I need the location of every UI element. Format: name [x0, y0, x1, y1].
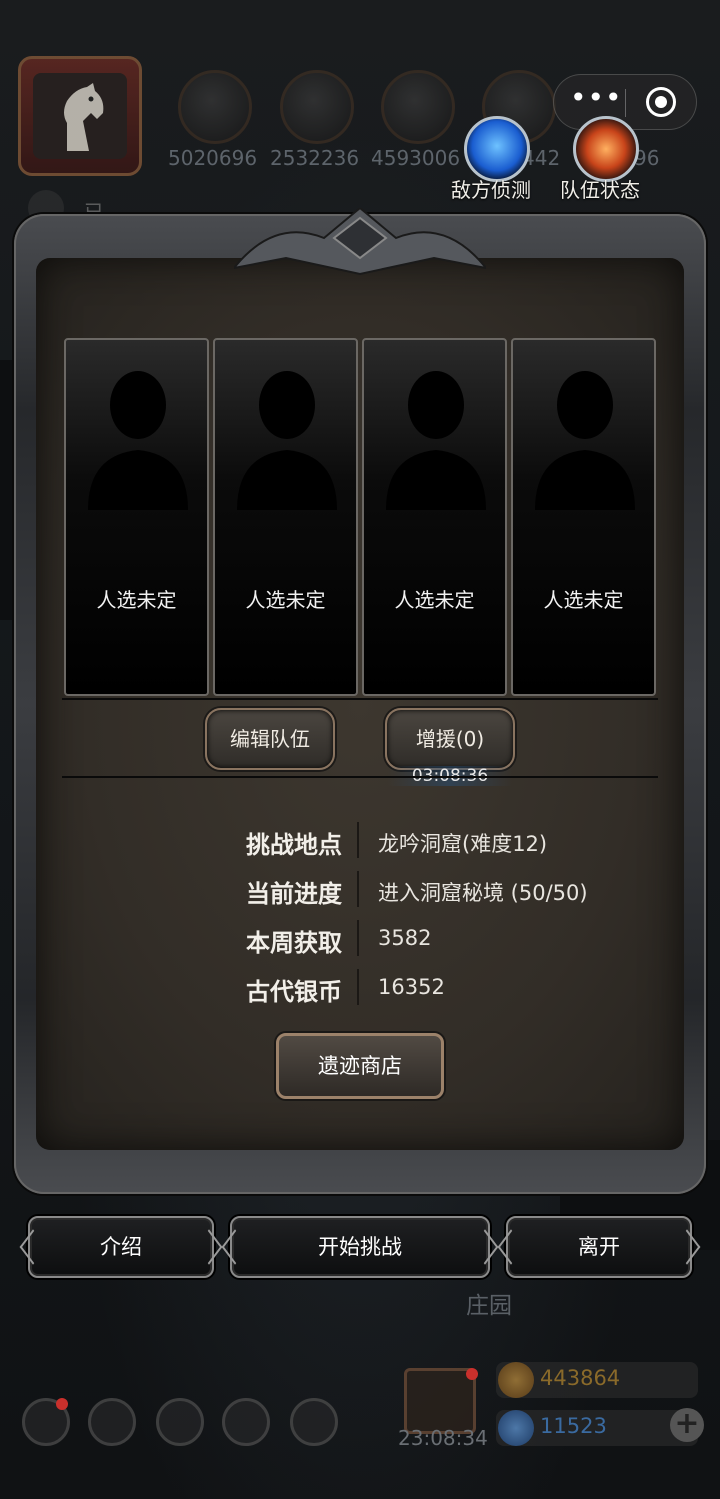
info-separator	[357, 822, 359, 858]
slot-label: 人选未定	[543, 588, 624, 612]
gem-icon	[498, 1410, 534, 1446]
notification-dot	[56, 1398, 68, 1410]
iron-icon[interactable]	[381, 70, 455, 144]
team-slot-3[interactable]: 人选未定	[362, 338, 507, 696]
info-separator	[357, 920, 359, 956]
reinforce-button[interactable]: 增援(0)	[385, 708, 515, 770]
slot-label: 人选未定	[394, 588, 475, 612]
silhouette-icon	[386, 371, 486, 510]
divider	[62, 698, 658, 700]
ancient-silver-value: 16352	[378, 975, 445, 999]
horse-icon	[64, 83, 104, 151]
gem-value: 11523	[540, 1414, 607, 1438]
info-separator	[357, 871, 359, 907]
mail-icon[interactable]	[222, 1398, 270, 1446]
location-label: 庄园	[466, 1293, 512, 1319]
current-progress-label: 当前进度	[246, 880, 342, 908]
iron-value: 4593006	[371, 146, 461, 170]
challenge-location-value: 龙吟洞窟(难度12)	[378, 832, 548, 856]
notification-dot	[466, 1368, 478, 1380]
info-separator	[357, 969, 359, 1005]
add-currency-button[interactable]: +	[670, 1408, 704, 1442]
more-icon[interactable]: •••	[570, 84, 622, 117]
edit-team-button[interactable]: 编辑队伍	[205, 708, 335, 770]
enemy-scout-button[interactable]	[464, 116, 530, 182]
current-progress-value: 进入洞窟秘境 (50/50)	[378, 881, 588, 905]
meat-value: 5020696	[168, 146, 258, 170]
gold-coin-icon	[498, 1362, 534, 1398]
silhouette-icon	[535, 371, 635, 510]
team-status-label: 队伍状态	[560, 178, 640, 202]
meat-icon[interactable]	[178, 70, 252, 144]
intro-button[interactable]: 介绍	[28, 1216, 214, 1278]
enemy-scout-label: 敌方侦测	[451, 178, 531, 202]
leave-button[interactable]: 离开	[506, 1216, 692, 1278]
silhouette-icon	[237, 371, 337, 510]
star-badge-icon[interactable]	[88, 1398, 136, 1446]
weekly-earned-value: 3582	[378, 926, 432, 950]
start-challenge-button[interactable]: 开始挑战	[230, 1216, 490, 1278]
wood-icon[interactable]	[280, 70, 354, 144]
weekly-earned-label: 本周获取	[246, 929, 342, 957]
map-icon[interactable]	[290, 1398, 338, 1446]
challenge-location-label: 挑战地点	[246, 831, 342, 859]
team-slot-1[interactable]: 人选未定	[64, 338, 209, 696]
player-avatar[interactable]	[18, 56, 142, 176]
gift-box-icon[interactable]	[404, 1368, 476, 1434]
dragon-crest-ornament	[234, 208, 486, 276]
close-miniprogram-icon[interactable]	[646, 87, 676, 117]
banner-icon[interactable]	[156, 1398, 204, 1446]
silhouette-icon	[88, 371, 188, 510]
wood-value: 2532236	[270, 146, 360, 170]
gift-timer: 23:08:34	[398, 1426, 488, 1450]
slot-label: 人选未定	[96, 588, 177, 612]
capsule-separator	[625, 89, 626, 117]
ruins-shop-button[interactable]: 遗迹商店	[276, 1033, 444, 1099]
team-slot-4[interactable]: 人选未定	[511, 338, 656, 696]
gold-value: 443864	[540, 1366, 621, 1390]
team-slot-2[interactable]: 人选未定	[213, 338, 358, 696]
slot-label: 人选未定	[245, 588, 326, 612]
avatar-portrait	[33, 73, 127, 159]
ancient-silver-label: 古代银币	[246, 978, 342, 1006]
team-status-button[interactable]	[573, 116, 639, 182]
divider	[62, 776, 658, 778]
